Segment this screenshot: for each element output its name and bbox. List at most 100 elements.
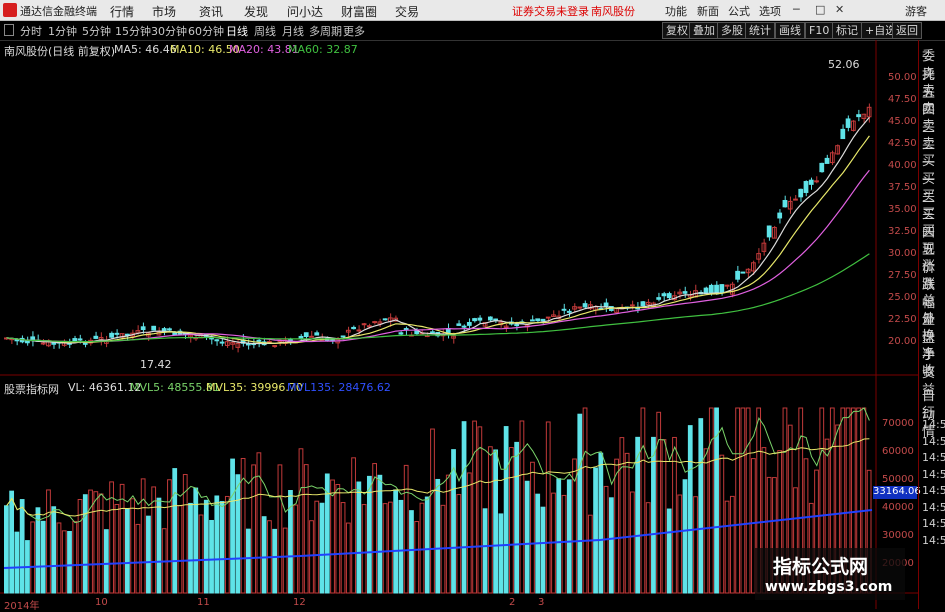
menu-wealth[interactable]: 财富圈 [341, 3, 377, 20]
tick-panel-label: 14:50 [922, 434, 945, 448]
close-icon[interactable]: ✕ [835, 3, 844, 16]
volume-bar [40, 520, 46, 594]
menu-quotes[interactable]: 行情 [110, 3, 134, 20]
candle [72, 338, 78, 342]
volume-bar [651, 436, 656, 594]
panel-icon[interactable] [4, 24, 14, 36]
volume-bar [703, 448, 709, 594]
candle [856, 114, 861, 118]
maximize-icon[interactable]: □ [815, 3, 825, 16]
candle [845, 118, 851, 128]
volume-bar [388, 501, 393, 594]
volume-bar [735, 407, 740, 594]
candle [798, 188, 804, 198]
y-tick: 35.00 [888, 204, 917, 215]
volume-bar [140, 478, 146, 594]
kline-chart[interactable] [0, 40, 918, 609]
menu-market[interactable]: 市场 [152, 3, 176, 20]
candle [793, 198, 798, 201]
volume-bar [351, 457, 356, 594]
menu-options[interactable]: 选项 [759, 3, 781, 19]
y-tick: 25.00 [888, 292, 917, 303]
period-more[interactable]: 更多 [343, 23, 365, 39]
volume-bar [114, 503, 120, 594]
volume-bar [466, 472, 472, 594]
adjust-button[interactable]: 复权 [662, 22, 692, 39]
period-15min[interactable]: 15分钟 [115, 23, 151, 39]
candle [545, 316, 551, 319]
volume-bar [93, 491, 99, 594]
minimize-icon[interactable]: ─ [793, 3, 800, 16]
menu-function[interactable]: 功能 [665, 3, 687, 19]
login-notice[interactable]: 证券交易未登录 [512, 3, 589, 19]
volume-bar [724, 500, 730, 594]
guest-login[interactable]: 游客 [905, 3, 927, 19]
volume-bar [524, 480, 530, 594]
volume-bar [608, 497, 614, 594]
back-button[interactable]: 返回 [892, 22, 922, 39]
period-60min[interactable]: 60分钟 [188, 23, 224, 39]
period-1min[interactable]: 1分钟 [48, 23, 77, 39]
volume-bar [430, 428, 435, 594]
volume-bar [67, 530, 72, 594]
y-tick: 40.00 [888, 160, 917, 171]
volume-bar [382, 503, 388, 594]
volume-bar [519, 420, 525, 594]
period-monthly[interactable]: 月线 [282, 23, 304, 39]
volume-bar [419, 502, 425, 594]
f10-button[interactable]: F10 [805, 22, 834, 39]
menu-new-page[interactable]: 新面 [697, 3, 719, 19]
volume-bar [340, 502, 346, 594]
stats-button[interactable]: 统计 [745, 22, 775, 39]
menu-ask[interactable]: 问小达 [287, 3, 323, 20]
volume-bar [577, 413, 583, 594]
current-volume-label: 33164.06 [873, 486, 921, 499]
overlay-button[interactable]: 叠加 [689, 22, 719, 39]
candle [472, 318, 477, 322]
volume-bar [30, 521, 36, 594]
volume-bar [424, 496, 430, 594]
multi-stock-button[interactable]: 多股 [717, 22, 747, 39]
volume-bar [435, 478, 441, 594]
mark-button[interactable]: 标记 [832, 22, 862, 39]
period-weekly[interactable]: 周线 [254, 23, 276, 39]
x-tick: 11 [197, 597, 210, 608]
candle [309, 335, 314, 338]
vol-y-tick: 70000 [882, 418, 914, 429]
candle [140, 326, 146, 331]
period-daily[interactable]: 日线 [226, 23, 248, 39]
y-tick: 42.50 [888, 138, 917, 149]
app-logo-icon [3, 3, 17, 17]
draw-button[interactable]: 画线 [775, 22, 805, 39]
volume-bar [582, 407, 588, 594]
menu-formula[interactable]: 公式 [728, 3, 750, 19]
volume-bar [482, 508, 488, 594]
candle [151, 325, 157, 331]
candle [82, 342, 88, 345]
menu-discover[interactable]: 发现 [244, 3, 268, 20]
ma-line [6, 169, 870, 343]
candle [814, 180, 819, 183]
period-intraday[interactable]: 分时 [20, 23, 42, 39]
menu-news[interactable]: 资讯 [199, 3, 223, 20]
period-5min[interactable]: 5分钟 [82, 23, 111, 39]
volume-bar [587, 514, 593, 594]
ma-line [6, 135, 870, 344]
candle [219, 341, 225, 344]
volume-bar [377, 474, 383, 594]
volume-bar [177, 505, 183, 594]
candle [461, 325, 467, 328]
period-30min[interactable]: 30分钟 [151, 23, 187, 39]
volume-bar [98, 493, 104, 594]
volume-bar [666, 508, 672, 594]
y-tick: 37.50 [888, 182, 917, 193]
menu-trade[interactable]: 交易 [395, 3, 419, 20]
volume-bar [461, 421, 467, 594]
candle [114, 332, 120, 335]
volume-bar [303, 464, 309, 594]
candle [530, 319, 535, 322]
period-multi[interactable]: 多周期 [309, 23, 342, 39]
volume-bar [251, 464, 257, 594]
candle [661, 293, 667, 297]
volume-bar [477, 426, 483, 594]
